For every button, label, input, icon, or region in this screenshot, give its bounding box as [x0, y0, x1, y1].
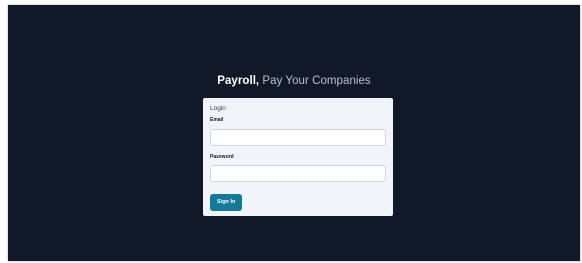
login-title: Login [210, 105, 226, 112]
brand-name: Payroll, [217, 75, 260, 87]
email-field[interactable] [210, 128, 386, 146]
sign-in-button[interactable]: Sign In [210, 194, 243, 211]
brand-heading: Payroll, Pay Your Companies [8, 75, 580, 87]
email-label: Email [210, 117, 224, 123]
app-window: Payroll, Pay Your Companies Login Email … [8, 5, 580, 261]
password-field[interactable] [210, 165, 386, 182]
brand-tagline: Pay Your Companies [259, 75, 371, 87]
login-card: Login Email Password Sign In [203, 98, 393, 216]
password-label: Password [210, 153, 234, 160]
